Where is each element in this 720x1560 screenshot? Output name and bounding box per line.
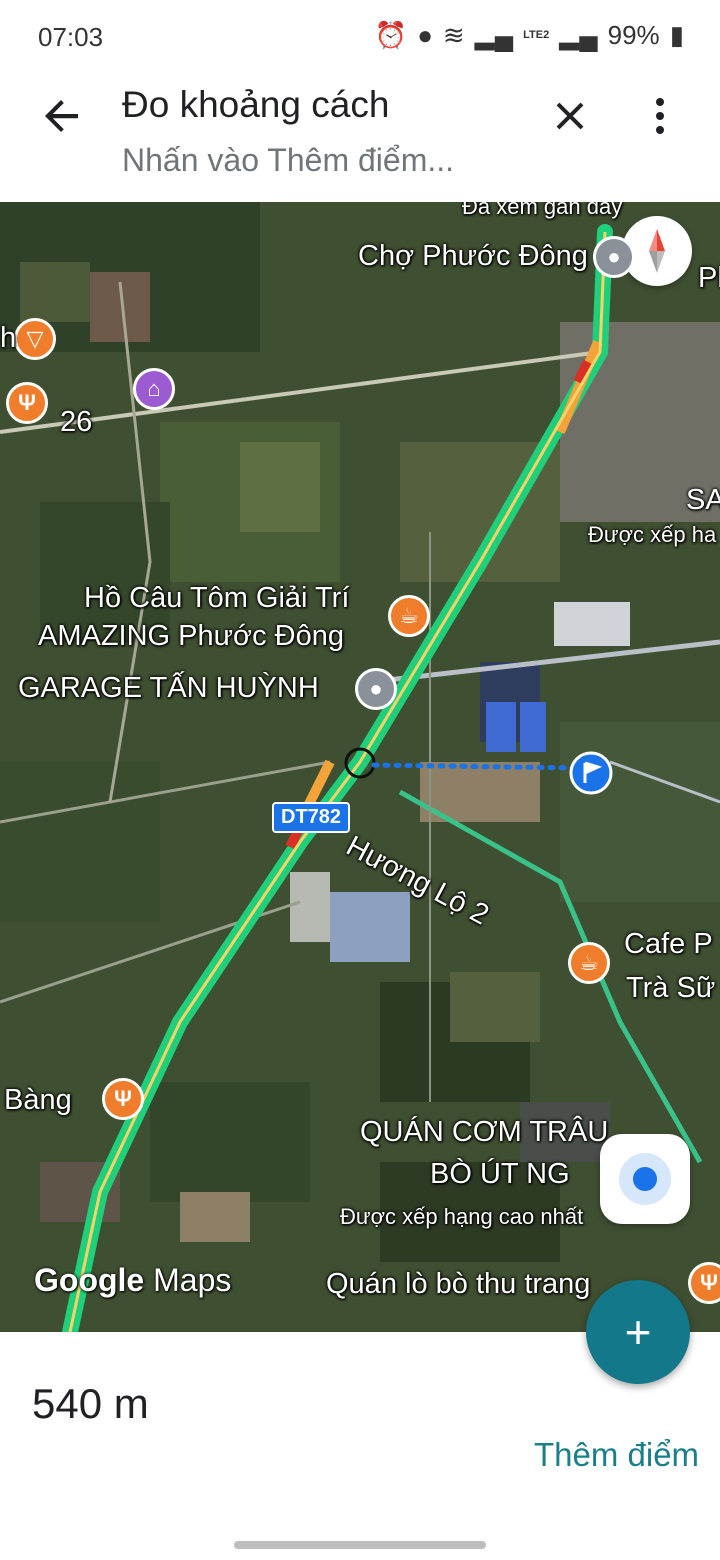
status-icons: ⏰ ● ≋ ▂▄ LTE2 ▂▄ 99% ▮ — [375, 20, 684, 51]
page-title: Đo khoảng cách — [122, 84, 390, 125]
map-label[interactable]: Chợ Phước Đông — [358, 240, 588, 273]
plus-icon: + — [624, 1306, 652, 1358]
measured-distance: 540 m — [32, 1380, 149, 1427]
google-maps-watermark: Google Maps — [34, 1262, 232, 1298]
my-location-button[interactable] — [600, 1134, 690, 1224]
map-label: Đã xem gần đây — [462, 202, 623, 219]
wifi-icon: ≋ — [442, 20, 465, 50]
location-icon: ● — [417, 20, 433, 50]
status-time: 07:03 — [38, 22, 104, 52]
my-location-icon — [633, 1167, 657, 1191]
restaurant-pin-icon[interactable]: Ψ — [6, 382, 48, 424]
bar-pin-icon[interactable]: ▽ — [14, 318, 56, 360]
temple-pin-icon[interactable]: ⌂ — [133, 368, 175, 410]
map-label[interactable]: Trà Sữ — [626, 972, 715, 1005]
add-point-button[interactable]: Thêm điểm — [534, 1436, 699, 1474]
signal-icon: ▂▄ — [474, 20, 514, 50]
cafe-pin-icon[interactable]: ☕ — [568, 942, 610, 984]
garage-pin-icon[interactable]: ● — [355, 668, 397, 710]
cafe-pin-icon[interactable]: ☕ — [388, 595, 430, 637]
battery-level: 99% — [607, 20, 660, 50]
page-subtitle: Nhấn vào Thêm điểm... — [122, 142, 455, 178]
map-label[interactable]: Quán lò bò thu trang — [326, 1268, 590, 1301]
alarm-icon: ⏰ — [374, 20, 408, 50]
map-label[interactable]: Cafe P — [624, 928, 713, 961]
satellite-map[interactable]: Đã xem gần đây Chợ Phước Đông ● Ph ▽ h Ψ… — [0, 202, 720, 1332]
map-label: SA — [686, 484, 720, 516]
signal-icon-2: ▂▄ — [559, 20, 598, 50]
close-icon[interactable] — [546, 92, 594, 140]
map-label: Được xếp hạng cao nhất — [340, 1204, 584, 1229]
map-label[interactable]: AMAZING Phước Đông — [38, 620, 344, 653]
route-badge: DT782 — [272, 802, 351, 833]
map-label[interactable]: Hồ Câu Tôm Giải Trí — [84, 582, 349, 615]
app-bar: Đo khoảng cách Nhấn vào Thêm điểm... — [0, 76, 720, 202]
map-label[interactable]: Bàng — [4, 1084, 72, 1117]
more-vert-icon[interactable] — [636, 92, 684, 140]
gesture-bar[interactable] — [234, 1541, 486, 1549]
network-type: LTE2 — [523, 29, 550, 41]
status-bar: 07:03 ⏰ ● ≋ ▂▄ LTE2 ▂▄ 99% ▮ — [0, 0, 720, 76]
map-label: Ph — [698, 262, 720, 294]
battery-icon: ▮ — [669, 20, 684, 50]
map-label[interactable]: BÒ ÚT NG — [430, 1158, 570, 1191]
map-label[interactable]: GARAGE TẤN HUỲNH — [18, 672, 319, 705]
map-label[interactable]: QUÁN CƠM TRÂU — [360, 1116, 608, 1149]
add-point-fab[interactable]: + — [586, 1280, 690, 1384]
restaurant-pin-icon[interactable]: Ψ — [102, 1078, 144, 1120]
map-label: h — [0, 322, 17, 354]
market-pin-icon[interactable]: ● — [593, 236, 635, 278]
map-label: Được xếp ha — [588, 522, 717, 547]
road-number-label: 26 — [60, 406, 93, 438]
arrow-back-icon[interactable] — [38, 92, 86, 140]
